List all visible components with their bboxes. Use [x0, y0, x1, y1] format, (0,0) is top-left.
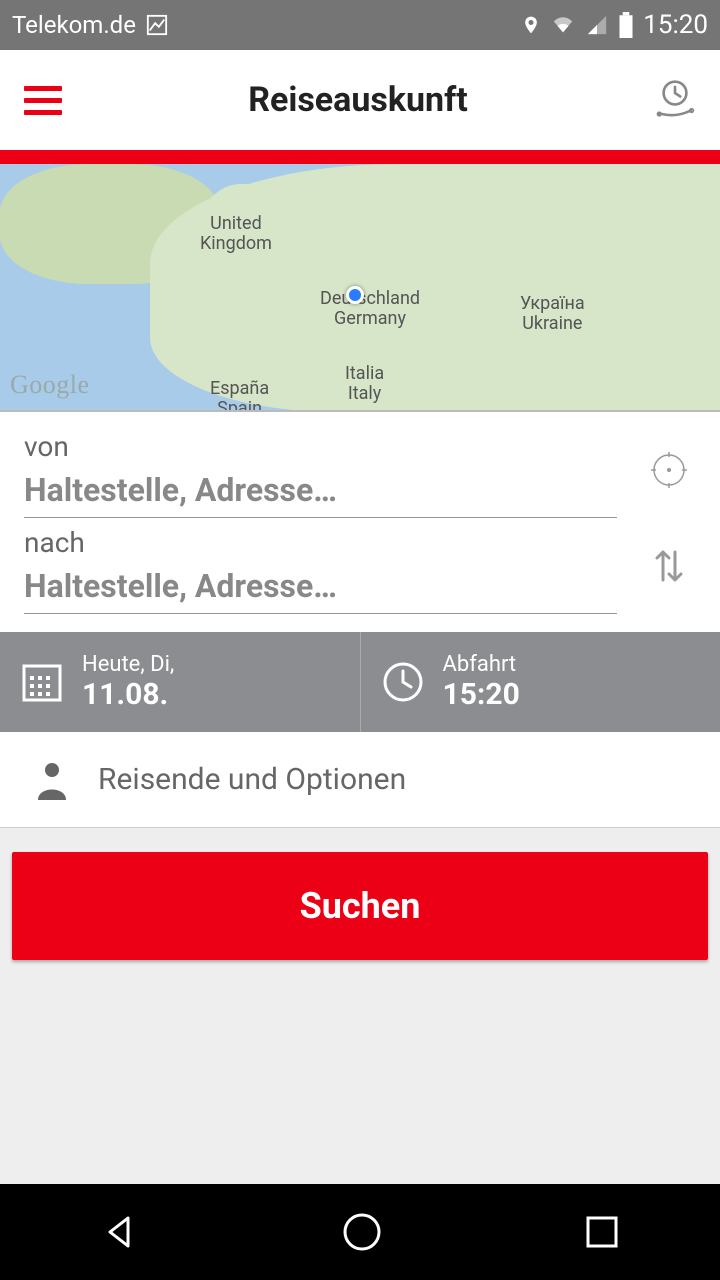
from-input[interactable]: [24, 467, 617, 518]
map-label-es: España Spain: [210, 379, 269, 412]
route-inputs: von nach: [0, 412, 720, 632]
signal-icon: [585, 14, 609, 36]
picture-icon: [146, 14, 168, 36]
home-button[interactable]: [340, 1210, 384, 1254]
recent-apps-button[interactable]: [584, 1214, 620, 1250]
calendar-icon: [20, 660, 64, 704]
date-label: Heute, Di,: [82, 652, 174, 677]
back-button[interactable]: [100, 1212, 140, 1252]
to-label: nach: [24, 526, 642, 559]
map-label-it: Italia Italy: [345, 364, 384, 404]
swap-button[interactable]: [642, 542, 696, 590]
options-label: Reisende und Optionen: [98, 762, 406, 797]
status-time: 15:20: [643, 10, 708, 40]
android-nav-bar: [0, 1184, 720, 1280]
datetime-bar: Heute, Di, 11.08. Abfahrt 15:20: [0, 632, 720, 732]
current-location-dot: [346, 286, 364, 304]
carrier-label: Telekom.de: [12, 11, 136, 39]
location-pin-icon: [521, 12, 541, 38]
map-view[interactable]: United Kingdom Deutschland Germany Украї…: [0, 164, 720, 412]
map-label-de: Deutschland Germany: [320, 289, 420, 329]
battery-icon: [617, 12, 635, 38]
time-picker[interactable]: Abfahrt 15:20: [361, 632, 720, 732]
accent-strip: [0, 150, 720, 164]
time-label: Abfahrt: [443, 652, 520, 677]
travelers-options-button[interactable]: Reisende und Optionen: [0, 732, 720, 828]
history-icon[interactable]: [654, 79, 696, 121]
map-label-ua: Україна Ukraine: [520, 294, 585, 334]
time-value: 15:20: [443, 677, 520, 712]
menu-button[interactable]: [24, 86, 62, 115]
date-picker[interactable]: Heute, Di, 11.08.: [0, 632, 361, 732]
map-attribution: Google: [10, 370, 90, 400]
from-label: von: [24, 430, 642, 463]
date-value: 11.08.: [82, 677, 174, 712]
page-title: Reiseauskunft: [248, 80, 468, 120]
map-label-uk: United Kingdom: [200, 214, 272, 254]
person-icon: [34, 760, 70, 800]
locate-button[interactable]: [642, 450, 696, 490]
status-bar: Telekom.de 15:20: [0, 0, 720, 50]
clock-icon: [381, 660, 425, 704]
to-input[interactable]: [24, 563, 617, 614]
app-header: Reiseauskunft: [0, 50, 720, 150]
search-button[interactable]: Suchen: [12, 852, 708, 960]
search-area: Suchen: [0, 828, 720, 984]
wifi-icon: [549, 14, 577, 36]
